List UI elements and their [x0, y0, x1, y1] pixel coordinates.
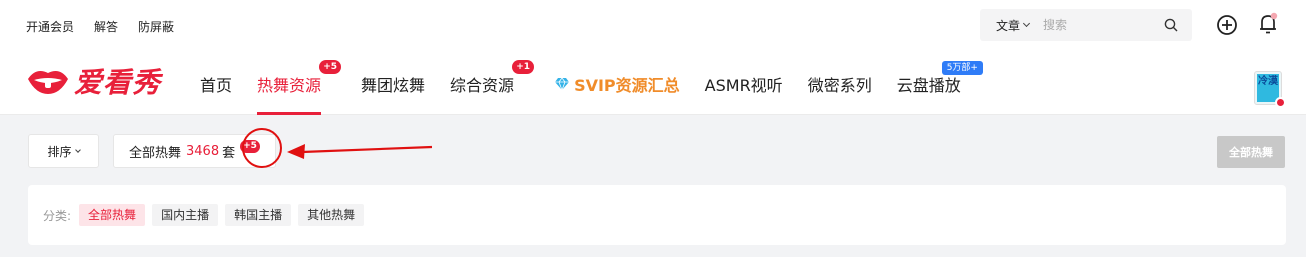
search-type-select[interactable]: 文章	[980, 17, 1031, 34]
nav-label: SVIP资源汇总	[574, 75, 680, 95]
nav-label: 云盘播放	[896, 75, 961, 95]
sort-label: 排序	[47, 144, 72, 159]
avatar-status-dot	[1275, 97, 1286, 108]
nav-item-dance-group[interactable]: 舞团炫舞	[361, 52, 425, 115]
annotation-circle	[242, 128, 282, 168]
top-link-vip[interactable]: 开通会员	[26, 18, 74, 35]
top-link-faq[interactable]: 解答	[94, 18, 118, 35]
nav-item-mixed[interactable]: 综合资源 +1	[450, 52, 535, 115]
nav-label: 微密系列	[807, 75, 872, 95]
new-count-badge: +5	[319, 60, 342, 74]
chevron-down-icon	[74, 146, 81, 153]
count-value: 3468	[186, 143, 220, 159]
nav-label: 综合资源	[450, 75, 515, 95]
filter-bar: 排序 全部热舞 3468 套 +5	[28, 134, 1286, 168]
category-tag-korean[interactable]: 韩国主播	[225, 204, 292, 226]
logo-text: 爱看秀	[74, 66, 162, 99]
all-hot-dance-button[interactable]: 全部热舞	[1217, 136, 1285, 168]
count-prefix: 全部热舞	[129, 145, 182, 161]
nav-item-weimi[interactable]: 微密系列	[808, 52, 872, 115]
chevron-down-icon	[1022, 19, 1031, 28]
site-logo[interactable]: 爱看秀	[26, 61, 161, 101]
search-type-label: 文章	[996, 18, 1021, 33]
top-links: 开通会员 解答 防屏蔽	[26, 18, 174, 35]
category-label: 分类:	[43, 208, 72, 223]
diamond-icon	[555, 76, 570, 91]
lips-logo-icon	[28, 71, 68, 94]
search-icon[interactable]	[1164, 18, 1178, 32]
category-tag-other[interactable]: 其他热舞	[298, 204, 365, 226]
count-unit: 套	[222, 145, 236, 161]
search-input[interactable]	[1043, 18, 1144, 32]
category-panel: 分类: 全部热舞 国内主播 韩国主播 其他热舞	[28, 185, 1286, 245]
annotation-arrow-icon	[287, 144, 433, 159]
count-badge: 5万部+	[941, 61, 983, 75]
bell-icon[interactable]	[1257, 12, 1279, 36]
nav-label: 热舞资源	[257, 75, 322, 95]
nav-label: 首页	[200, 75, 233, 95]
main-navbar: 爱看秀 首页 热舞资源 +5 舞团炫舞 综合资源 +1 SVIP资源汇总 ASM…	[0, 52, 1306, 115]
search-box: 文章	[980, 9, 1192, 41]
add-circle-icon[interactable]	[1216, 14, 1238, 36]
new-count-badge: +1	[512, 60, 535, 74]
category-tag-all[interactable]: 全部热舞	[79, 204, 146, 226]
nav-item-asmr[interactable]: ASMR视听	[705, 52, 783, 115]
sort-dropdown[interactable]: 排序	[28, 134, 99, 168]
top-link-anti-block[interactable]: 防屏蔽	[138, 18, 174, 35]
nav-label: 舞团炫舞	[361, 75, 426, 95]
nav-menu: 首页 热舞资源 +5 舞团炫舞 综合资源 +1 SVIP资源汇总 ASMR视听 …	[200, 52, 986, 115]
top-bar: 开通会员 解答 防屏蔽 文章	[0, 0, 1306, 52]
nav-item-hot-dance[interactable]: 热舞资源 +5	[257, 52, 342, 115]
nav-label: ASMR视听	[704, 75, 783, 95]
nav-item-home[interactable]: 首页	[200, 52, 232, 115]
nav-item-cloud-play[interactable]: 5万部+ 云盘播放	[896, 52, 983, 115]
nav-item-svip[interactable]: SVIP资源汇总	[554, 52, 680, 115]
user-avatar[interactable]: 冷漠	[1254, 71, 1286, 108]
category-tag-domestic[interactable]: 国内主播	[152, 204, 219, 226]
